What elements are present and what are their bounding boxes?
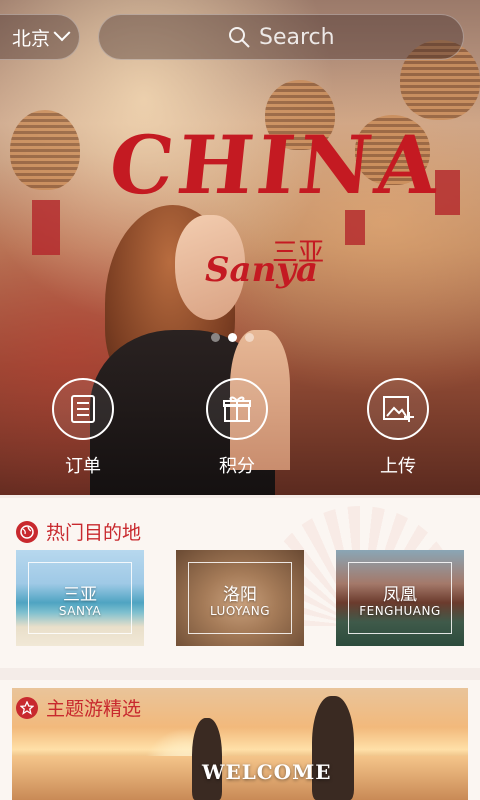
destination-card-sanya[interactable]: 三亚 SANYA — [16, 550, 144, 646]
upload-photo-icon — [367, 378, 429, 440]
city-selector[interactable]: 北京 — [0, 14, 80, 60]
destination-card-fenghuang[interactable]: 凤凰 FENGHUANG — [336, 550, 464, 646]
section-title: 主题游精选 — [46, 698, 142, 720]
theme-tours-section: WELCOME 主题游精选 — [0, 680, 480, 800]
star-icon — [16, 696, 38, 719]
upload-button[interactable]: 上传 — [338, 378, 458, 478]
popular-destinations-section: 热门目的地 三亚 SANYA 洛阳 LUOYANG 凤凰 FENGHUANG — [0, 498, 480, 668]
orders-label: 订单 — [65, 456, 101, 477]
person-silhouette — [312, 696, 354, 800]
points-label: 积分 — [219, 456, 255, 477]
hero-title: CHINA — [105, 118, 447, 212]
lantern-decoration — [10, 110, 80, 190]
destination-name-cn: 洛阳 — [223, 585, 257, 605]
destination-card-luoyang[interactable]: 洛阳 LUOYANG — [176, 550, 304, 646]
carousel-dot-active[interactable] — [228, 333, 237, 342]
destination-name-cn: 三亚 — [63, 585, 97, 605]
destination-name-en: FENGHUANG — [359, 604, 441, 618]
section-header: 主题游精选 — [16, 694, 141, 721]
carousel-dot[interactable] — [245, 333, 254, 342]
search-placeholder: Search — [259, 24, 335, 50]
search-icon — [229, 27, 250, 48]
destination-name-en: LUOYANG — [209, 604, 271, 618]
section-header: 热门目的地 — [16, 518, 141, 545]
destination-name-cn: 凤凰 — [383, 585, 417, 605]
section-title: 热门目的地 — [46, 522, 142, 544]
search-bar[interactable]: Search — [98, 14, 464, 60]
carousel-indicator — [211, 333, 254, 342]
red-banner-decoration — [32, 200, 60, 255]
person-silhouette — [192, 718, 222, 800]
chevron-down-icon — [53, 24, 71, 42]
globe-icon — [16, 520, 38, 543]
order-list-icon — [52, 378, 114, 440]
welcome-text: WELCOME — [202, 760, 332, 784]
hero-subtitle-cn: 三亚 — [272, 238, 325, 268]
orders-button[interactable]: 订单 — [23, 378, 143, 478]
upload-label: 上传 — [380, 456, 416, 477]
destination-name-en: SANYA — [58, 604, 102, 618]
city-label: 北京 — [12, 27, 51, 50]
gift-icon — [206, 378, 268, 440]
points-button[interactable]: 积分 — [177, 378, 297, 478]
red-banner-decoration — [345, 210, 365, 245]
carousel-dot[interactable] — [211, 333, 220, 342]
